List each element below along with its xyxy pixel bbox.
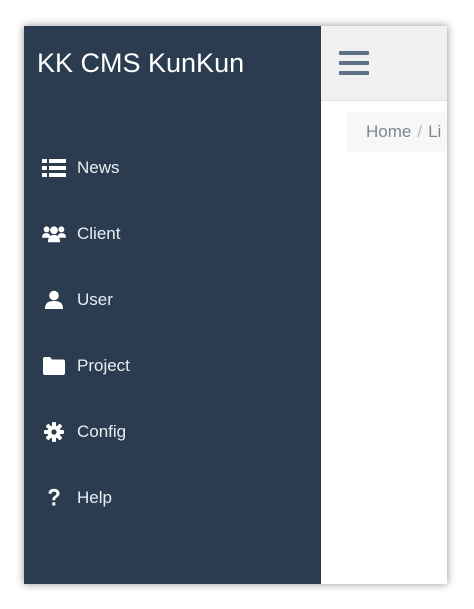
hamburger-menu-icon[interactable] — [339, 51, 369, 75]
sidebar-item-user[interactable]: User — [24, 280, 321, 320]
sidebar-item-label: User — [77, 290, 113, 309]
sidebar: KK CMS KunKun News Client User Project C… — [24, 26, 321, 584]
folder-icon — [42, 354, 66, 378]
sidebar-item-label: News — [77, 158, 120, 177]
app-window: KK CMS KunKun News Client User Project C… — [24, 26, 447, 584]
main-content: Home / Li — [321, 26, 447, 584]
gear-icon — [42, 420, 66, 444]
sidebar-item-project[interactable]: Project — [24, 346, 321, 386]
breadcrumb-current[interactable]: Li — [428, 122, 441, 142]
sidebar-item-client[interactable]: Client — [24, 214, 321, 254]
sidebar-item-help[interactable]: Help — [24, 478, 321, 518]
top-navbar — [321, 26, 447, 101]
breadcrumb: Home / Li — [347, 112, 447, 152]
sidebar-item-config[interactable]: Config — [24, 412, 321, 452]
breadcrumb-separator: / — [417, 122, 423, 141]
users-icon — [42, 222, 66, 246]
list-icon — [42, 156, 66, 180]
user-icon — [42, 288, 66, 312]
sidebar-item-label: Help — [77, 488, 112, 507]
sidebar-item-label: Config — [77, 422, 127, 441]
sidebar-item-label: Client — [77, 224, 121, 243]
breadcrumb-home[interactable]: Home — [366, 122, 411, 142]
question-icon — [42, 486, 66, 510]
sidebar-item-label: Project — [77, 356, 130, 375]
brand-title[interactable]: KK CMS KunKun — [37, 48, 244, 79]
sidebar-item-news[interactable]: News — [24, 148, 321, 188]
